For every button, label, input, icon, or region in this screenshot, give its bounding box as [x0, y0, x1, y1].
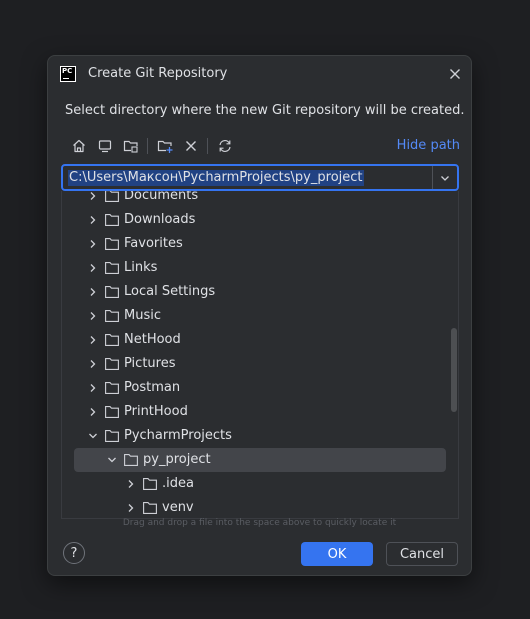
folder-icon — [105, 406, 119, 418]
delete-icon[interactable] — [181, 136, 201, 156]
chevron-right-icon[interactable] — [88, 335, 98, 345]
new-folder-icon[interactable] — [155, 136, 175, 156]
folder-icon — [105, 430, 119, 442]
tree-item[interactable]: Postman — [62, 376, 458, 400]
tree-item[interactable]: Downloads — [62, 208, 458, 232]
folder-icon — [143, 478, 157, 490]
folder-icon — [105, 262, 119, 274]
file-chooser-toolbar: Hide path — [61, 134, 460, 158]
chevron-right-icon[interactable] — [88, 311, 98, 321]
pycharm-logo-icon: PC — [60, 66, 76, 82]
tree-item[interactable]: Documents — [62, 191, 458, 208]
folder-icon — [105, 238, 119, 250]
title-bar: PC Create Git Repository — [48, 56, 471, 92]
dialog-description: Select directory where the new Git repos… — [65, 103, 465, 118]
folder-icon — [105, 191, 119, 202]
app-icon-text: PC — [62, 67, 73, 75]
chevron-down-icon[interactable] — [88, 431, 98, 441]
chevron-right-icon[interactable] — [88, 407, 98, 417]
chevron-right-icon[interactable] — [126, 503, 136, 513]
path-input[interactable]: C:\Users\Максон\PycharmProjects\py_proje… — [61, 164, 459, 191]
tree-item-label: Downloads — [124, 212, 196, 227]
tree-item-label: venv — [162, 500, 194, 515]
chevron-down-icon — [441, 175, 449, 181]
tree-item-label: Favorites — [124, 236, 183, 251]
tree-item[interactable]: Links — [62, 256, 458, 280]
home-icon[interactable] — [69, 136, 89, 156]
chevron-right-icon[interactable] — [88, 263, 98, 273]
ok-button[interactable]: OK — [301, 542, 373, 566]
help-button[interactable]: ? — [63, 542, 85, 564]
tree-item-label: PycharmProjects — [124, 428, 232, 443]
folder-icon — [105, 310, 119, 322]
folder-icon — [143, 502, 157, 514]
tree-item[interactable]: PrintHood — [62, 400, 458, 424]
chevron-right-icon[interactable] — [88, 191, 98, 201]
chevron-right-icon[interactable] — [88, 215, 98, 225]
tree-item-label: .idea — [162, 476, 194, 491]
chevron-right-icon[interactable] — [88, 287, 98, 297]
chevron-right-icon[interactable] — [126, 479, 136, 489]
tree-item[interactable]: venv — [62, 496, 458, 518]
dialog-title: Create Git Repository — [88, 66, 228, 81]
tree-item-label: NetHood — [124, 332, 181, 347]
directory-tree[interactable]: Documents Downloads Favorites Links Local Se… — [61, 191, 459, 519]
close-icon[interactable] — [447, 66, 463, 82]
folder-icon — [105, 358, 119, 370]
tree-item-label: Postman — [124, 380, 181, 395]
tree-item-label: Local Settings — [124, 284, 216, 299]
folder-icon — [105, 334, 119, 346]
tree-item[interactable]: Pictures — [62, 352, 458, 376]
chevron-down-icon[interactable] — [107, 455, 117, 465]
tree-item-label: PrintHood — [124, 404, 188, 419]
tree-item[interactable]: py_project — [62, 448, 458, 472]
tree-item-label: Pictures — [124, 356, 176, 371]
tree-item-label: Links — [124, 260, 158, 275]
path-history-dropdown[interactable] — [432, 166, 457, 189]
project-folder-icon[interactable] — [121, 136, 141, 156]
path-input-value[interactable]: C:\Users\Максон\PycharmProjects\py_proje… — [68, 170, 364, 186]
chevron-right-icon[interactable] — [88, 383, 98, 393]
tree-item[interactable]: NetHood — [62, 328, 458, 352]
tree-item[interactable]: Music — [62, 304, 458, 328]
folder-icon — [105, 286, 119, 298]
chevron-right-icon[interactable] — [88, 359, 98, 369]
chevron-right-icon[interactable] — [88, 239, 98, 249]
create-git-repository-dialog: PC Create Git Repository Select director… — [47, 55, 472, 576]
folder-icon — [105, 214, 119, 226]
tree-item[interactable]: Local Settings — [62, 280, 458, 304]
cancel-button[interactable]: Cancel — [386, 542, 458, 566]
tree-item-label: Documents — [124, 191, 199, 203]
tree-item-label: py_project — [143, 452, 211, 467]
drag-drop-hint: Drag and drop a file into the space abov… — [122, 518, 397, 528]
folder-icon — [105, 382, 119, 394]
desktop-icon[interactable] — [95, 136, 115, 156]
folder-icon — [124, 454, 138, 466]
hide-path-link[interactable]: Hide path — [397, 138, 460, 153]
tree-item[interactable]: PycharmProjects — [62, 424, 458, 448]
tree-item-label: Music — [124, 308, 161, 323]
tree-item[interactable]: Favorites — [62, 232, 458, 256]
tree-scrollbar[interactable] — [451, 328, 457, 412]
tree-item[interactable]: .idea — [62, 472, 458, 496]
refresh-icon[interactable] — [215, 136, 235, 156]
